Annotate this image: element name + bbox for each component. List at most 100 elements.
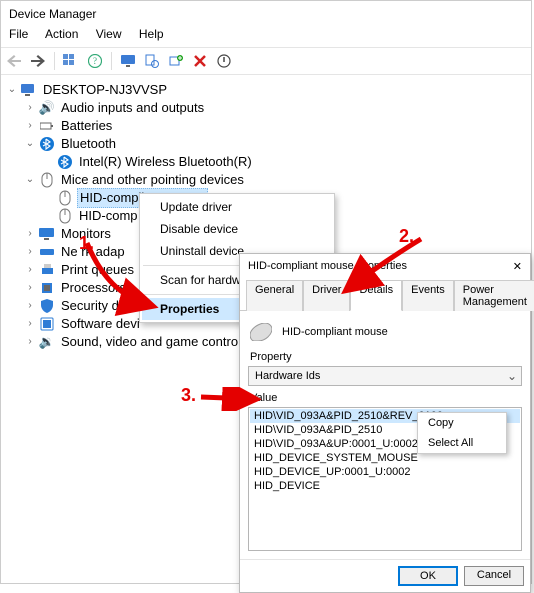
scan-icon <box>145 54 159 68</box>
question-icon: ? <box>88 54 102 68</box>
monitor-icon <box>121 54 135 68</box>
dialog-button-row: OK Cancel <box>240 559 530 592</box>
menu-action[interactable]: Action <box>45 27 78 41</box>
bluetooth-icon <box>57 154 73 170</box>
dialog-body: HID-compliant mouse Property Hardware Id… <box>240 311 530 559</box>
node-label: Batteries <box>59 117 114 135</box>
collapse-icon[interactable]: ⌄ <box>5 83 19 97</box>
expand-icon[interactable]: › <box>23 119 37 133</box>
menu-help[interactable]: Help <box>139 27 164 41</box>
uninstall-button[interactable] <box>190 51 210 71</box>
device-manager-window: Device Manager File Action View Help ? <box>0 0 532 584</box>
node-label: Monitors <box>59 225 113 243</box>
window-title: Device Manager <box>1 1 531 25</box>
tab-power[interactable]: Power Management <box>454 280 534 311</box>
expand-icon[interactable]: › <box>23 317 37 331</box>
tree-root[interactable]: ⌄ DESKTOP-NJ3VVSP <box>5 81 527 99</box>
collapse-icon[interactable]: ⌄ <box>23 173 37 187</box>
node-label: Processors <box>59 279 128 297</box>
tree-bluetooth[interactable]: ⌄ Bluetooth <box>23 135 527 153</box>
node-label: Intel(R) Wireless Bluetooth(R) <box>77 153 254 171</box>
value-label: Value <box>250 392 520 404</box>
ctx-disable-device[interactable]: Disable device <box>142 218 332 240</box>
mouse-icon <box>250 323 274 341</box>
bluetooth-icon <box>39 136 55 152</box>
ctx-copy[interactable]: Copy <box>418 413 506 433</box>
mouse-icon <box>57 190 73 206</box>
cancel-button[interactable]: Cancel <box>464 566 524 586</box>
expand-icon[interactable]: › <box>23 263 37 277</box>
node-label: DESKTOP-NJ3VVSP <box>41 81 169 99</box>
properties-dialog: HID-compliant mouse Properties ✕ General… <box>239 253 531 593</box>
tab-general[interactable]: General <box>246 280 303 311</box>
device-name: HID-compliant mouse <box>282 326 388 338</box>
arrow-right-icon <box>31 55 45 67</box>
disable-button[interactable] <box>214 51 234 71</box>
mouse-icon <box>57 208 73 224</box>
properties-button[interactable] <box>118 51 138 71</box>
value-context-menu: Copy Select All <box>417 412 507 454</box>
back-button[interactable] <box>4 51 24 71</box>
cpu-icon <box>39 280 55 296</box>
toolbar-separator <box>111 52 112 70</box>
add-hardware-icon <box>169 54 184 68</box>
mouse-icon <box>39 172 55 188</box>
node-label: HID-comp <box>77 207 140 225</box>
menu-view[interactable]: View <box>96 27 122 41</box>
speaker-icon: 🔊 <box>39 100 55 116</box>
expand-icon[interactable]: › <box>23 101 37 115</box>
add-hardware-button[interactable] <box>166 51 186 71</box>
annotation-3: 3. <box>181 385 196 406</box>
monitor-icon <box>39 226 55 242</box>
value-item[interactable]: HID_DEVICE <box>250 479 520 493</box>
disable-icon <box>217 54 231 68</box>
sound-icon: 🔉 <box>39 334 55 350</box>
arrow-left-icon <box>7 55 21 67</box>
tree-batteries[interactable]: › Batteries <box>23 117 527 135</box>
expand-icon[interactable]: › <box>23 281 37 295</box>
tab-details[interactable]: Details <box>350 280 402 311</box>
node-label: Sound, video and game controllers <box>59 333 264 351</box>
dialog-title-text: HID-compliant mouse Properties <box>248 260 407 273</box>
ok-button[interactable]: OK <box>398 566 458 586</box>
grid-icon <box>63 54 79 68</box>
network-icon <box>39 244 55 260</box>
shield-icon <box>39 298 55 314</box>
ctx-select-all[interactable]: Select All <box>418 433 506 453</box>
tab-driver[interactable]: Driver <box>303 280 350 311</box>
property-label: Property <box>250 351 520 363</box>
tree-bt-intel[interactable]: · Intel(R) Wireless Bluetooth(R) <box>41 153 527 171</box>
help-button[interactable]: ? <box>85 51 105 71</box>
tree-mice[interactable]: ⌄ Mice and other pointing devices <box>23 171 527 189</box>
tab-events[interactable]: Events <box>402 280 454 311</box>
computer-icon <box>21 82 37 98</box>
expand-icon[interactable]: › <box>23 245 37 259</box>
collapse-icon[interactable]: ⌄ <box>23 137 37 151</box>
toolbar: ? <box>1 47 531 75</box>
node-label: Ne rk adap <box>59 243 127 261</box>
tree-audio[interactable]: › 🔊 Audio inputs and outputs <box>23 99 527 117</box>
dialog-tabs: General Driver Details Events Power Mana… <box>240 279 530 311</box>
scan-button[interactable] <box>142 51 162 71</box>
value-listbox[interactable]: HID\VID_093A&PID_2510&REV_0100 HID\VID_0… <box>248 407 522 551</box>
expand-icon[interactable]: › <box>23 335 37 349</box>
dialog-titlebar: HID-compliant mouse Properties ✕ <box>240 254 530 279</box>
ctx-update-driver[interactable]: Update driver <box>142 196 332 218</box>
software-icon <box>39 316 55 332</box>
svg-text:?: ? <box>93 56 97 66</box>
node-label: Print queues <box>59 261 136 279</box>
expand-icon[interactable]: › <box>23 299 37 313</box>
menu-bar: File Action View Help <box>1 25 531 47</box>
toolbar-separator <box>54 52 55 70</box>
expand-icon[interactable]: › <box>23 227 37 241</box>
property-combobox[interactable]: Hardware Ids <box>248 366 522 386</box>
battery-icon <box>39 118 55 134</box>
forward-button[interactable] <box>28 51 48 71</box>
node-label: Audio inputs and outputs <box>59 99 206 117</box>
device-header: HID-compliant mouse <box>250 323 520 341</box>
value-item[interactable]: HID_DEVICE_UP:0001_U:0002 <box>250 465 520 479</box>
show-hidden-button[interactable] <box>61 51 81 71</box>
menu-file[interactable]: File <box>9 27 28 41</box>
dialog-close-button[interactable]: ✕ <box>513 260 522 273</box>
x-icon <box>193 54 207 68</box>
